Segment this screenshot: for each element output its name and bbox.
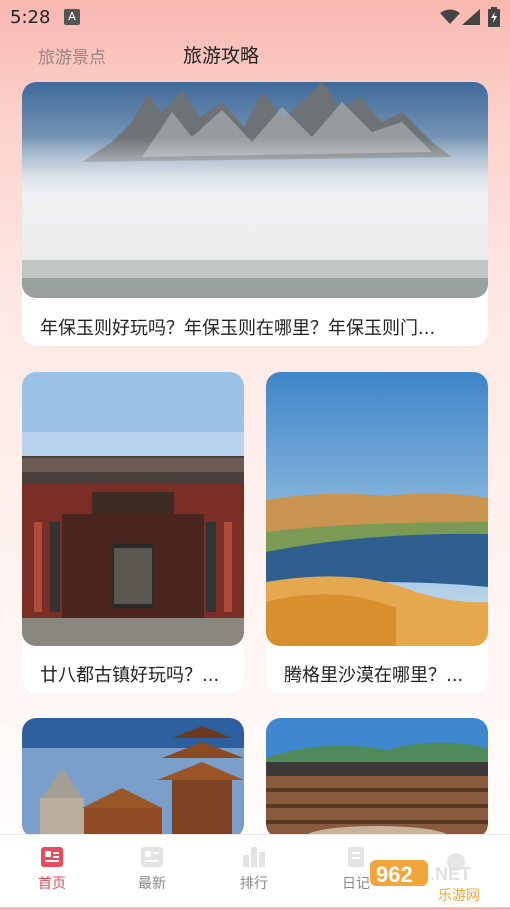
svg-text:962: 962 xyxy=(376,862,413,887)
site-watermark-logo: 962 .NET 乐游网 xyxy=(368,852,508,906)
diary-icon xyxy=(348,847,364,867)
card-title: 年保玉则好玩吗？年保玉则在哪里？年保玉则门... xyxy=(40,318,436,339)
signal-icon xyxy=(462,9,480,25)
desert-lake-image xyxy=(266,372,488,646)
tulou-earth-building-image xyxy=(266,718,488,838)
home-icon xyxy=(41,847,63,867)
guide-card[interactable] xyxy=(22,718,244,838)
nav-latest-label: 最新 xyxy=(138,876,166,892)
wifi-icon xyxy=(440,9,460,24)
nav-rank[interactable]: 排行 xyxy=(224,847,284,893)
guide-card[interactable]: 腾格里沙漠在哪里？... xyxy=(266,372,488,694)
top-tabs: 旅游景点 旅游攻略 xyxy=(0,36,510,72)
notification-icon: A xyxy=(64,9,80,25)
guide-card[interactable]: 廿八都古镇好玩吗？... xyxy=(22,372,244,694)
pagoda-temple-image xyxy=(22,718,244,838)
card-title: 廿八都古镇好玩吗？... xyxy=(40,665,220,686)
svg-text:乐游网: 乐游网 xyxy=(438,888,480,904)
card-title: 腾格里沙漠在哪里？... xyxy=(284,665,464,686)
rank-icon xyxy=(243,847,265,867)
battery-icon xyxy=(488,7,500,27)
nav-home-label: 首页 xyxy=(38,876,66,892)
tab-attractions[interactable]: 旅游景点 xyxy=(38,43,106,68)
news-icon xyxy=(141,847,163,867)
tab-guides[interactable]: 旅游攻略 xyxy=(183,41,259,68)
misty-mountain-lake-image xyxy=(22,82,488,298)
ancient-town-gate-image xyxy=(22,372,244,646)
status-bar: 5:28 A xyxy=(0,0,510,36)
svg-text:.NET: .NET xyxy=(430,864,471,884)
nav-home[interactable]: 首页 xyxy=(22,847,82,893)
status-time: 5:28 xyxy=(10,7,51,28)
guide-card[interactable] xyxy=(266,718,488,838)
nav-rank-label: 排行 xyxy=(240,876,268,892)
nav-latest[interactable]: 最新 xyxy=(122,847,182,893)
guide-card[interactable]: 年保玉则好玩吗？年保玉则在哪里？年保玉则门... xyxy=(22,82,488,346)
